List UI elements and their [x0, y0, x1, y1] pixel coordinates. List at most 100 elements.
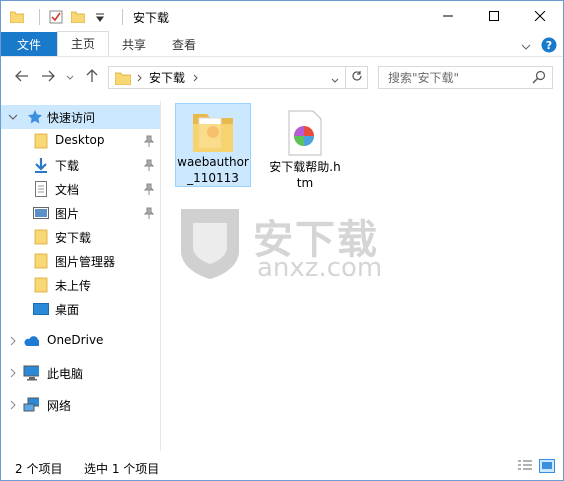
- window-title: 安下载: [133, 10, 170, 25]
- address-bar[interactable]: 安下载: [108, 66, 368, 89]
- nav-label: 文档: [55, 183, 80, 197]
- status-bar: 2 个项目 选中 1 个项目: [1, 457, 563, 479]
- search-icon: [532, 70, 546, 87]
- caption-buttons: [425, 1, 563, 33]
- search-placeholder: 搜索"安下载": [388, 71, 460, 85]
- tab-view[interactable]: 查看: [159, 32, 209, 56]
- close-icon: [534, 10, 546, 24]
- pictures-icon: [33, 205, 49, 221]
- details-view-icon[interactable]: [517, 459, 533, 476]
- refresh-icon: [351, 70, 363, 85]
- help-button[interactable]: ?: [541, 37, 557, 56]
- item-count: 2 个项目: [15, 461, 63, 476]
- maximize-icon: [489, 10, 499, 24]
- nav-network[interactable]: 网络: [1, 393, 160, 417]
- forward-arrow-icon: [41, 70, 55, 85]
- chevron-down-icon[interactable]: [7, 111, 19, 123]
- chevron-right-icon[interactable]: [7, 399, 19, 411]
- pin-icon[interactable]: [143, 183, 155, 195]
- nav-label: 图片管理器: [55, 255, 116, 269]
- nav-label: 网络: [47, 399, 72, 413]
- nav-label: 快速访问: [47, 111, 96, 125]
- nav-label: 此电脑: [47, 367, 84, 381]
- nav-item-anxiazai[interactable]: 安下载: [1, 225, 160, 249]
- nav-label: 桌面: [55, 303, 80, 317]
- forward-button[interactable]: [35, 65, 61, 89]
- folder-icon: [115, 71, 131, 85]
- folder-icon: [33, 229, 49, 245]
- recent-locations-button[interactable]: [61, 65, 79, 89]
- nav-quick-access[interactable]: 快速访问: [1, 105, 160, 129]
- breadcrumb-segment[interactable]: 安下载: [149, 69, 185, 86]
- folder-icon: [33, 253, 49, 269]
- nav-label: Desktop: [55, 133, 105, 147]
- desktop-icon: [33, 301, 49, 317]
- folder-icon: [33, 277, 49, 293]
- expand-ribbon-button[interactable]: [521, 40, 531, 54]
- download-icon: [33, 157, 49, 173]
- ribbon-controls: ?: [521, 37, 557, 56]
- file-name: waebauthor_110113: [177, 155, 249, 185]
- chevron-right-icon[interactable]: [7, 367, 19, 379]
- address-dropdown-icon[interactable]: [331, 73, 339, 87]
- nav-label: 安下载: [55, 231, 92, 245]
- document-icon: [33, 181, 49, 197]
- pin-icon[interactable]: [143, 135, 155, 147]
- explorer-window: 安下载 文件 主页 共享 查看 ? 安下载 搜索"安下载" 快速访问 Deskt…: [0, 0, 564, 481]
- refresh-button[interactable]: [345, 67, 367, 88]
- nav-item-downloads[interactable]: 下载: [1, 153, 160, 177]
- navigation-pane: 快速访问 Desktop 下载 文档 图片 安下载 图片管理器 未上传 桌面 O…: [1, 101, 161, 451]
- properties-icon[interactable]: [48, 9, 64, 25]
- back-button[interactable]: [9, 65, 35, 89]
- network-icon: [23, 397, 39, 413]
- htm-file-icon: [281, 107, 329, 159]
- selection-count: 选中 1 个项目: [84, 461, 160, 476]
- path-separator-icon[interactable]: [193, 71, 199, 85]
- star-icon: [27, 109, 43, 125]
- up-button[interactable]: [79, 65, 105, 89]
- quick-access-toolbar: 安下载: [1, 1, 169, 33]
- nav-item-desktop-cn[interactable]: 桌面: [1, 297, 160, 321]
- nav-label: 下载: [55, 159, 80, 173]
- chevron-down-icon: [66, 70, 74, 84]
- title-bar: 安下载: [1, 1, 563, 33]
- up-arrow-icon: [86, 68, 98, 86]
- pin-icon[interactable]: [143, 207, 155, 219]
- navigation-bar: 安下载 搜索"安下载": [1, 61, 563, 93]
- cloud-icon: [23, 333, 39, 349]
- computer-icon: [23, 365, 39, 381]
- shield-icon: [181, 209, 239, 279]
- back-arrow-icon: [15, 70, 29, 85]
- tab-share[interactable]: 共享: [109, 32, 159, 56]
- minimize-icon: [443, 10, 453, 24]
- nav-label: OneDrive: [47, 333, 104, 347]
- file-item[interactable]: 安下载帮助.htm: [267, 103, 343, 195]
- customize-toolbar-icon[interactable]: [92, 9, 108, 25]
- nav-item-desktop[interactable]: Desktop: [1, 129, 160, 153]
- nav-label: 未上传: [55, 279, 92, 293]
- nav-onedrive[interactable]: OneDrive: [1, 329, 160, 353]
- large-icons-view-icon[interactable]: [539, 459, 555, 476]
- nav-item-documents[interactable]: 文档: [1, 177, 160, 201]
- watermark-url: anxz.com: [257, 253, 383, 283]
- new-folder-icon[interactable]: [70, 9, 86, 25]
- pin-icon[interactable]: [143, 159, 155, 171]
- tab-file[interactable]: 文件: [1, 32, 57, 56]
- nav-item-picture-manager[interactable]: 图片管理器: [1, 249, 160, 273]
- nav-this-pc[interactable]: 此电脑: [1, 361, 160, 385]
- file-name: 安下载帮助.htm: [269, 160, 341, 190]
- search-input[interactable]: 搜索"安下载": [378, 66, 553, 89]
- ribbon-tabs: 文件 主页 共享 查看 ?: [1, 31, 563, 57]
- close-button[interactable]: [517, 1, 563, 33]
- maximize-button[interactable]: [471, 1, 517, 33]
- watermark: 安下载 anxz.com: [175, 201, 391, 283]
- folder-icon: [33, 133, 49, 149]
- nav-item-not-uploaded[interactable]: 未上传: [1, 273, 160, 297]
- file-item[interactable]: waebauthor_110113: [175, 103, 251, 187]
- path-separator-icon[interactable]: [137, 71, 143, 85]
- view-switcher: [517, 459, 555, 476]
- tab-home[interactable]: 主页: [57, 31, 110, 56]
- minimize-button[interactable]: [425, 1, 471, 33]
- nav-item-pictures[interactable]: 图片: [1, 201, 160, 225]
- chevron-right-icon[interactable]: [7, 335, 19, 347]
